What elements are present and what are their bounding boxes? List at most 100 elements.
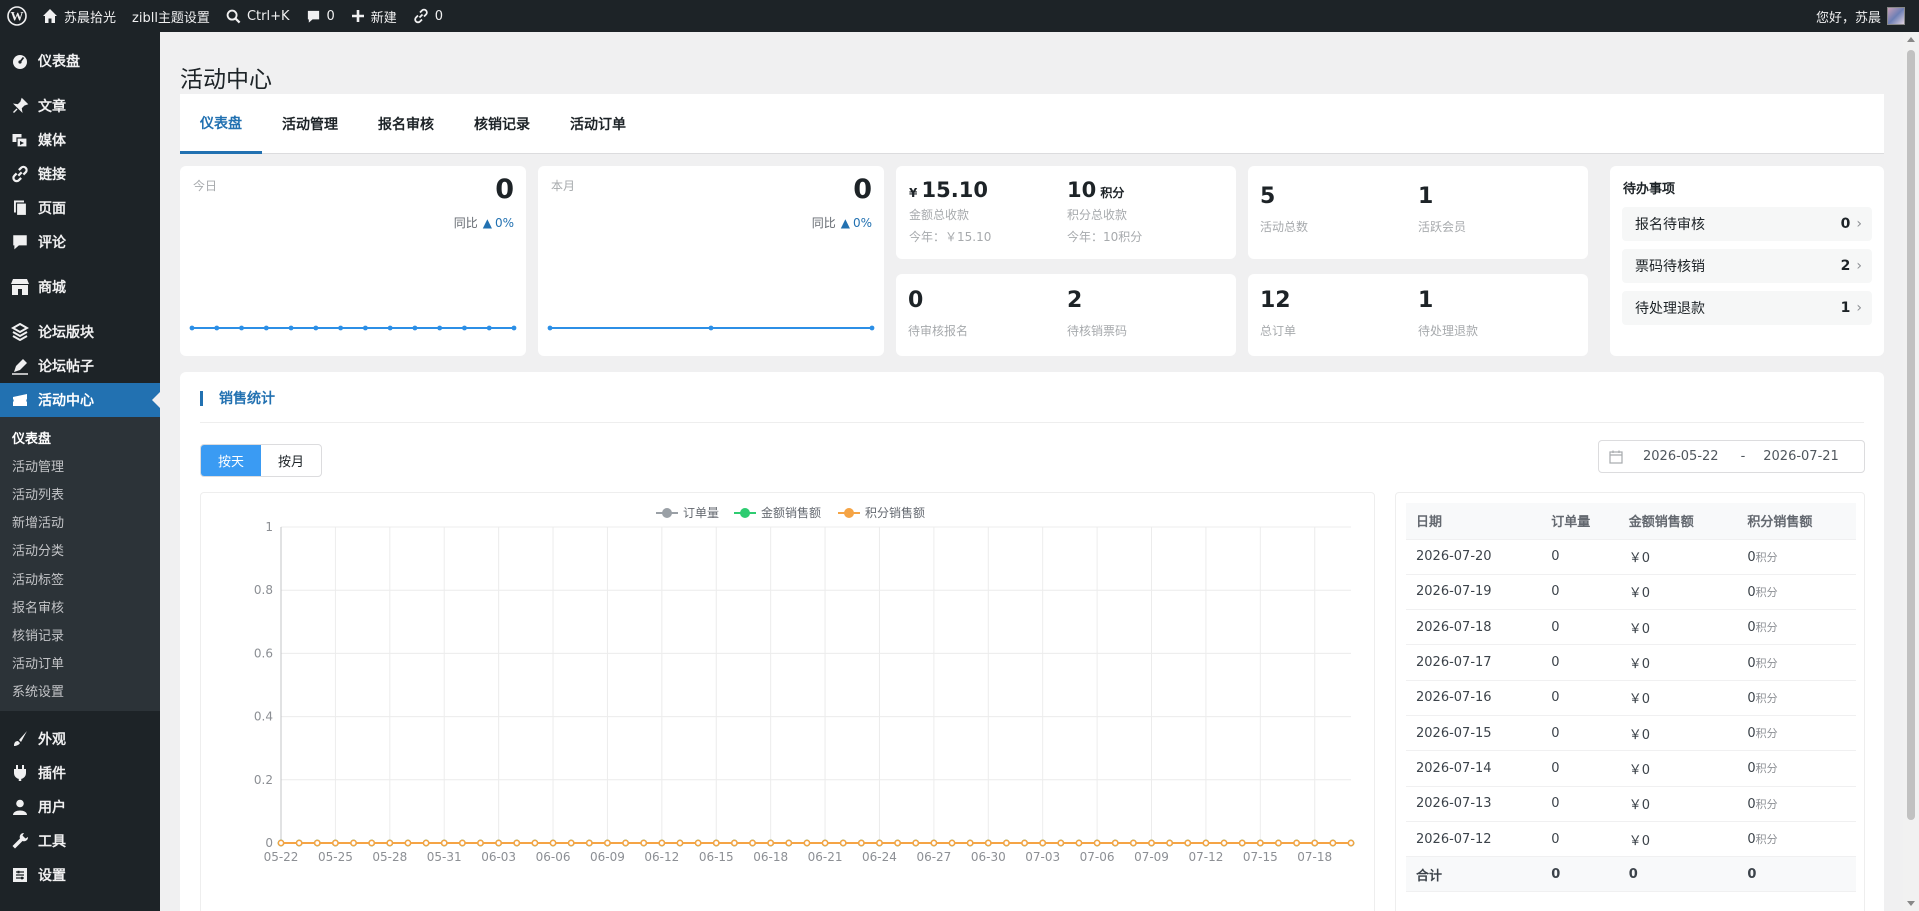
search-shortcut[interactable]: Ctrl+K [218,0,298,32]
points-total: 10 积分 [1067,178,1124,202]
x-tick-label: 06-18 [753,850,788,864]
cell-money: ￥0 [1618,680,1738,716]
sidebar-item-media[interactable]: 媒体 [0,123,160,157]
store-icon [10,278,30,296]
tab-verification-records[interactable]: 核销记录 [454,94,550,154]
cell-money-value: ￥0 [1628,692,1651,708]
home-icon [42,8,58,24]
sidebar-item-label: 文章 [38,99,66,115]
money-label: 金额总收款 [909,208,970,222]
sidebar-item-tools[interactable]: 工具 [0,824,160,858]
toggle-by-month[interactable]: 按月 [261,445,321,476]
series-point [948,839,956,847]
cell-orders-value: 0 [1551,655,1560,671]
submenu-item-registration-review[interactable]: 报名审核 [0,592,160,620]
media-icon [10,131,30,149]
tab-event-management[interactable]: 活动管理 [262,94,358,154]
sidebar-item-pages[interactable]: 页面 [0,191,160,225]
todo-item-registration[interactable]: 报名待审核 0 › [1622,207,1872,241]
todo-item-tickets[interactable]: 票码待核销 2 › [1622,249,1872,283]
submenu-item-event-categories[interactable]: 活动分类 [0,536,160,564]
toggle-by-day[interactable]: 按天 [201,445,261,476]
cell-date: 2026-07-18 [1406,609,1542,646]
sidebar-item-settings[interactable]: 设置 [0,858,160,892]
links-link[interactable]: 0 [405,0,451,32]
legend-item[interactable]: 金额销售额 [734,505,821,520]
date-range-picker[interactable]: 2026-05-22 - 2026-07-21 [1598,440,1865,473]
cell-orders: 0 [1541,644,1619,681]
tab-dashboard[interactable]: 仪表盘 [180,94,262,154]
legend-item[interactable]: 订单量 [656,506,719,520]
site-name-link[interactable]: 苏晨拾光 [34,0,124,32]
cell-points: 0积分 [1737,539,1856,575]
submenu-item-verification-records[interactable]: 核销记录 [0,620,160,648]
todo-label: 报名待审核 [1635,217,1705,233]
sidebar-item-plugins[interactable]: 插件 [0,756,160,790]
date-to[interactable]: 2026-07-21 [1763,449,1839,464]
submenu-item-event-list[interactable]: 活动列表 [0,479,160,507]
theme-settings-link[interactable]: zibll主题设置 [124,0,218,32]
sidebar-item-event-center[interactable]: 活动中心 [0,383,160,417]
tab-event-orders[interactable]: 活动订单 [550,94,646,154]
scroll-up-icon[interactable] [1907,37,1915,42]
comments-link[interactable]: 0 [298,0,343,32]
x-tick-label: 05-28 [372,850,407,864]
sidebar-item-forum-boards[interactable]: 论坛版块 [0,315,160,349]
points-unit: 积分 [1755,550,1778,564]
scroll-down-icon[interactable] [1907,901,1915,906]
search-shortcut-label: Ctrl+K [246,8,290,24]
submenu-item-system-settings[interactable]: 系统设置 [0,677,160,705]
revenue-card: ¥ 15.10 金额总收款 今年：￥15.10 10 积分 积分总收款 今年：1… [896,166,1236,259]
links-count: 0 [434,8,444,24]
submenu-item-event-tags[interactable]: 活动标签 [0,564,160,592]
scrollbar-thumb[interactable] [1907,50,1915,820]
legend-label: 订单量 [683,506,719,520]
tab-registration-review[interactable]: 报名审核 [358,94,454,154]
series-point [1057,839,1065,847]
wordpress-logo-icon[interactable]: W [0,0,34,32]
series-point [1238,839,1246,847]
sidebar-item-users[interactable]: 用户 [0,790,160,824]
cell-orders-value: 0 [1551,690,1560,706]
points-unit: 积分 [1755,621,1778,635]
points-unit: 积分 [1755,656,1778,670]
admin-sidebar: 仪表盘 文章 媒体 链接 页面 评论 商城 论坛版块 论坛帖子 活动中心 仪表盘… [0,32,160,911]
total-orders: 0 [1541,856,1619,893]
brush-icon [10,730,30,748]
legend-item[interactable]: 积分销售额 [838,505,925,520]
table-row: 2026-07-14 0 ￥0 0积分 [1406,750,1856,787]
series-point [767,839,775,847]
table-row: 2026-07-16 0 ￥0 0积分 [1406,680,1856,716]
sidebar-item-store[interactable]: 商城 [0,270,160,304]
events-value: 5 [1260,184,1276,209]
series-point [422,839,430,847]
submenu-item-add-event[interactable]: 新增活动 [0,508,160,536]
col-orders: 订单量 [1541,503,1619,540]
sidebar-item-links[interactable]: 链接 [0,157,160,191]
x-tick-label: 05-31 [427,850,462,864]
page-scrollbar[interactable] [1903,32,1919,911]
cell-money: ￥0 [1618,750,1738,787]
series-point [676,839,684,847]
todo-item-refunds[interactable]: 待处理退款 1 › [1622,291,1872,325]
submenu-item-dashboard[interactable]: 仪表盘 [0,423,160,451]
submenu-item-event-management[interactable]: 活动管理 [0,451,160,479]
sidebar-item-forum-posts[interactable]: 论坛帖子 [0,349,160,383]
date-from[interactable]: 2026-05-22 [1643,449,1719,464]
sidebar-item-label: 设置 [38,867,66,884]
account-menu[interactable]: 您好，苏晨 [1816,0,1905,32]
cell-points: 0积分 [1737,750,1856,787]
x-tick-label: 07-03 [1025,850,1060,864]
link-icon [10,165,30,183]
sidebar-item-dashboard[interactable]: 仪表盘 [0,44,160,78]
sidebar-item-appearance[interactable]: 外观 [0,722,160,756]
new-content-link[interactable]: 新建 [343,0,405,32]
points-unit: 积分 [1755,585,1778,599]
sidebar-item-comments[interactable]: 评论 [0,225,160,259]
sparkline-point [288,325,294,331]
series-point [1256,839,1264,847]
sidebar-item-posts[interactable]: 文章 [0,89,160,123]
submenu-item-event-orders[interactable]: 活动订单 [0,649,160,677]
series-point [1311,839,1319,847]
series-point [857,839,865,847]
